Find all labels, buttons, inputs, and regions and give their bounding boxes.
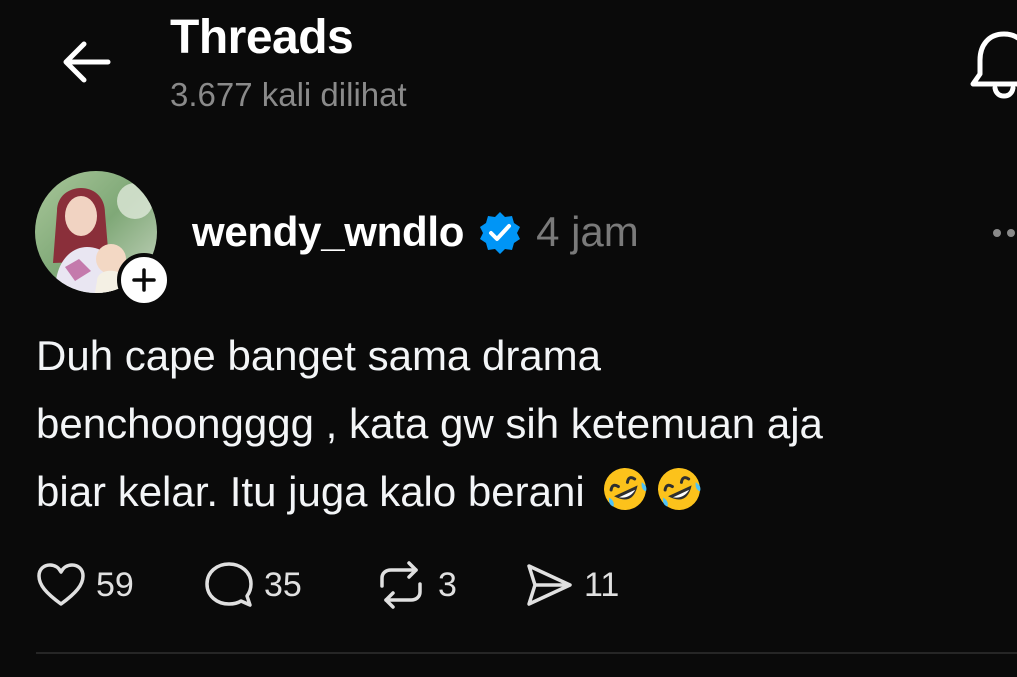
comment-icon — [205, 562, 253, 607]
heart-icon — [37, 563, 85, 606]
send-icon — [527, 564, 572, 606]
post-text: Duh cape banget sama drama benchoongggg … — [36, 332, 823, 515]
share-count: 11 — [584, 565, 620, 604]
page-title: Threads — [170, 11, 354, 64]
rolling-laughing-emoji-icon — [604, 468, 647, 510]
arrow-left-icon — [63, 41, 111, 83]
bell-icon — [970, 31, 1017, 99]
share-button[interactable]: 11 — [524, 555, 619, 615]
post-text-container: Duh cape banget sama drama benchoongggg … — [36, 322, 996, 526]
notification-button[interactable] — [968, 30, 1017, 100]
comment-button[interactable]: 35 — [204, 555, 302, 615]
like-count: 59 — [96, 565, 134, 604]
rolling-laughing-emoji-icon — [658, 468, 701, 510]
comment-count: 35 — [264, 565, 302, 604]
follow-button[interactable] — [117, 253, 171, 307]
username[interactable]: wendy_wndlo — [192, 208, 464, 256]
repost-count: 3 — [438, 565, 457, 604]
author-row: wendy_wndlo 4 jam — [192, 207, 639, 257]
view-count: 3.677 kali dilihat — [170, 76, 407, 113]
plus-icon — [132, 268, 156, 292]
back-button[interactable] — [56, 36, 116, 88]
avatar-container[interactable] — [35, 171, 171, 307]
post-header: wendy_wndlo 4 jam — [0, 165, 1017, 307]
divider — [36, 652, 1017, 654]
more-options-button[interactable] — [990, 223, 1017, 243]
repost-icon — [380, 561, 422, 609]
more-dots-icon — [993, 229, 1015, 237]
like-button[interactable]: 59 — [36, 555, 134, 615]
post-actions: 59 35 3 11 — [36, 555, 736, 615]
repost-button[interactable]: 3 — [374, 555, 457, 615]
post-time: 4 jam — [536, 208, 639, 255]
app-header: Threads 3.677 kali dilihat — [0, 0, 1017, 130]
verified-badge-icon — [478, 210, 522, 254]
